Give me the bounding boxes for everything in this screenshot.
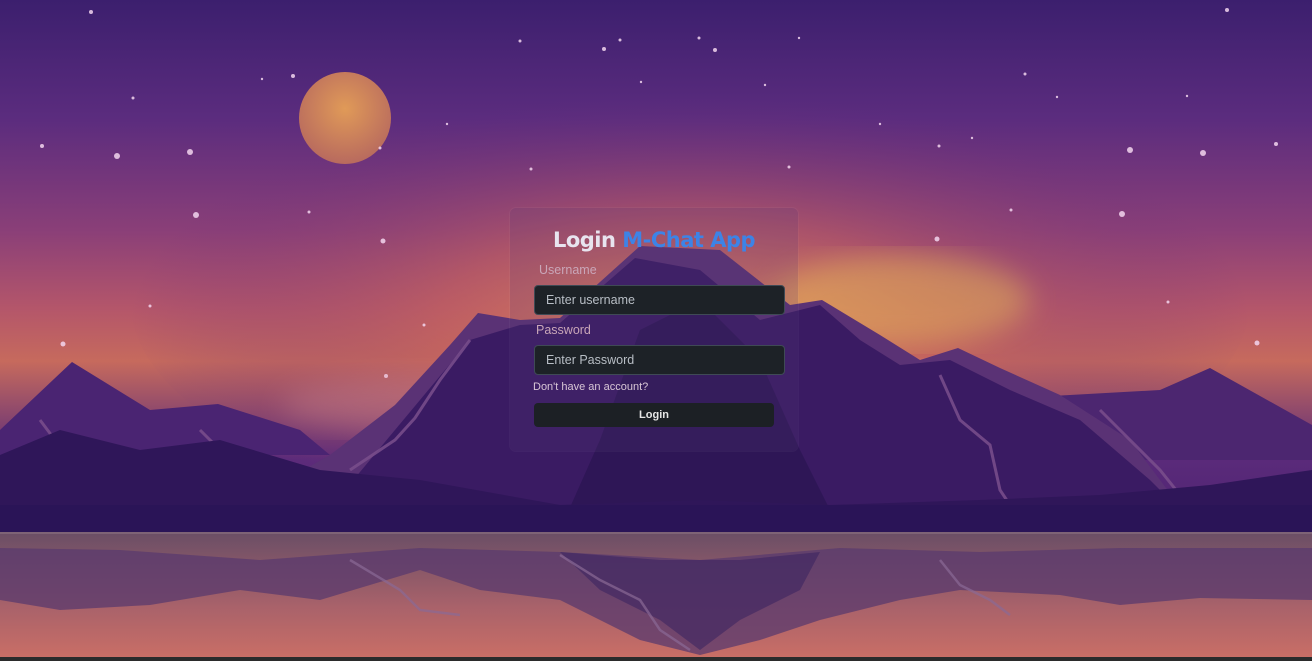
login-card: Login M-Chat App Username Password Don't… bbox=[510, 208, 798, 451]
background-scene: Login M-Chat App Username Password Don't… bbox=[0, 0, 1312, 657]
login-button[interactable]: Login bbox=[534, 403, 774, 427]
password-label: Password bbox=[536, 323, 591, 337]
username-label: Username bbox=[539, 263, 597, 277]
login-title: Login M-Chat App bbox=[510, 228, 798, 252]
moon-shape bbox=[299, 72, 391, 164]
login-title-prefix: Login bbox=[552, 228, 616, 252]
bottom-edge bbox=[0, 657, 1312, 661]
username-input[interactable] bbox=[534, 285, 785, 315]
app-brand-name: M-Chat App bbox=[622, 228, 756, 252]
password-input[interactable] bbox=[534, 345, 785, 375]
signup-link[interactable]: Don't have an account? bbox=[533, 381, 648, 393]
